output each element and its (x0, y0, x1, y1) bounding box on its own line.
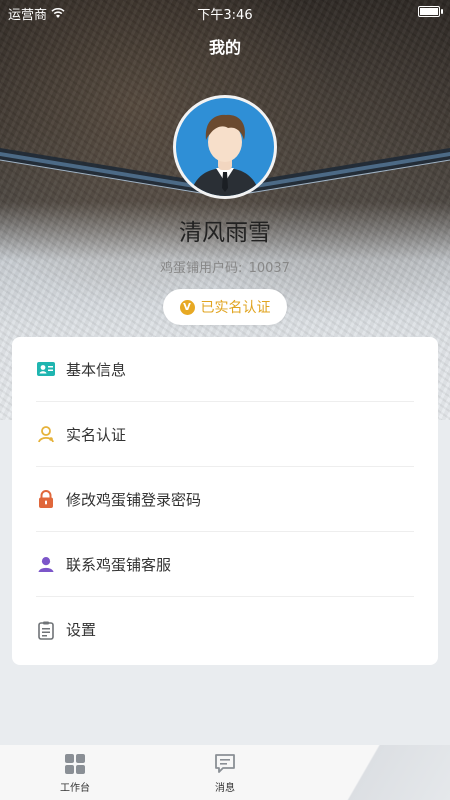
page-title: 我的 (208, 38, 241, 57)
menu-item-customer-service[interactable]: 联系鸡蛋铺客服 (36, 532, 414, 597)
user-code: 鸡蛋铺用户码: 10037 (0, 257, 450, 276)
verified-v-icon: V (179, 299, 195, 315)
person-outline-icon (38, 426, 54, 443)
battery-icon (418, 6, 443, 17)
verified-badge-label: 已实名认证 (200, 300, 271, 316)
lock-icon (39, 490, 53, 508)
tab-messages[interactable]: 消息 (195, 753, 255, 794)
status-time: 下午3:46 (197, 8, 253, 23)
tab-workbench[interactable]: 工作台 (45, 753, 105, 794)
grid-icon (65, 754, 85, 774)
user-name: 清风雨雪 (179, 220, 271, 246)
menu-item-change-password[interactable]: 修改鸡蛋铺登录密码 (36, 467, 414, 532)
id-card-icon (37, 362, 55, 376)
menu-item-label: 设置 (66, 621, 97, 639)
avatar[interactable] (173, 95, 277, 199)
tab-bar: 工作台 消息 (0, 745, 450, 800)
user-code-label: 鸡蛋铺用户码: (160, 261, 243, 276)
tab-label: 消息 (215, 783, 235, 794)
avatar-person-icon (190, 114, 260, 196)
settings-clipboard-icon (38, 621, 54, 640)
menu-item-label: 修改鸡蛋铺登录密码 (66, 490, 202, 509)
menu-item-label: 基本信息 (66, 360, 127, 379)
status-bar: 运营商 下午3:46 (0, 0, 450, 24)
menu-item-label: 联系鸡蛋铺客服 (66, 555, 172, 574)
user-code-value: 10037 (248, 261, 290, 276)
menu-card: 基本信息 实名认证 修改鸡蛋铺登录密码 联系鸡蛋铺客服 设置 (12, 337, 438, 665)
menu-item-label: 实名认证 (66, 425, 127, 444)
menu-item-settings[interactable]: 设置 (36, 597, 414, 662)
message-icon (215, 754, 235, 773)
customer-service-icon (38, 556, 54, 572)
verified-badge[interactable]: V 已实名认证 (163, 289, 287, 325)
tab-label: 工作台 (60, 783, 90, 794)
menu-item-basic-info[interactable]: 基本信息 (36, 337, 414, 402)
menu-item-real-name[interactable]: 实名认证 (36, 402, 414, 467)
